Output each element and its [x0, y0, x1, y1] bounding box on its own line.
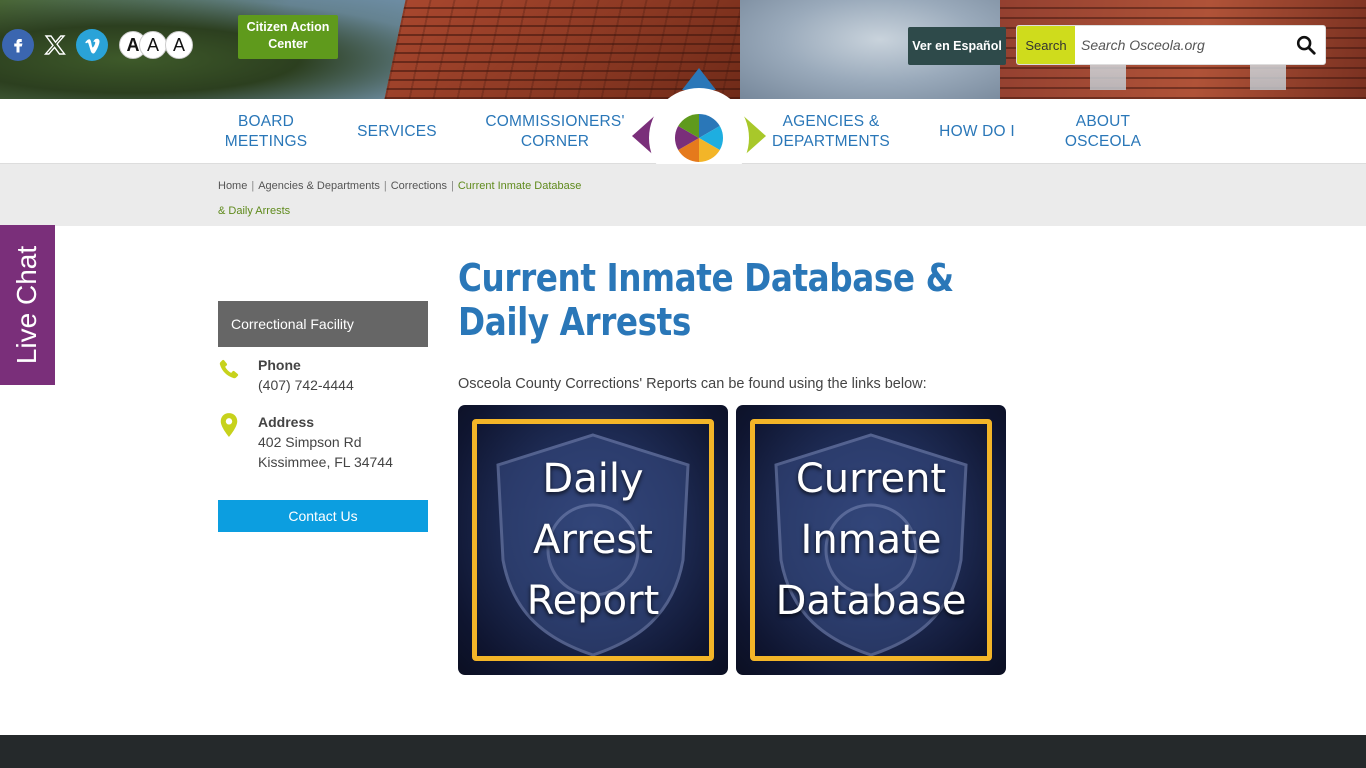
breadcrumb-agencies[interactable]: Agencies & Departments — [258, 180, 380, 192]
nav-about-osceola[interactable]: ABOUT OSCEOLA — [1058, 99, 1148, 164]
tile-label-line: Arrest — [533, 517, 653, 563]
footer — [0, 735, 1366, 768]
tile-label-line: Report — [526, 578, 660, 624]
nav-board-meetings[interactable]: BOARD MEETINGS — [213, 99, 319, 164]
breadcrumb-home[interactable]: Home — [218, 180, 247, 192]
map-pin-icon — [220, 413, 238, 437]
tile-label-line: Database — [775, 578, 967, 624]
tile-label: Current Inmate Database — [736, 449, 1006, 632]
breadcrumb-separator: | — [450, 180, 454, 192]
nav-commissioners-corner[interactable]: COMMISSIONERS' CORNER — [480, 99, 630, 164]
citizen-action-center-button[interactable]: Citizen Action Center — [238, 15, 338, 59]
tile-label-line: Daily — [542, 456, 644, 502]
daily-arrest-report-tile[interactable]: Daily Arrest Report — [458, 405, 728, 675]
breadcrumb-corrections[interactable]: Corrections — [391, 180, 447, 192]
live-chat-label: Live Chat — [11, 245, 43, 365]
breadcrumb: Home | Agencies & Departments | Corrections |… — [218, 174, 588, 224]
tile-label-line: Inmate — [800, 517, 942, 563]
breadcrumb-separator: | — [383, 180, 387, 192]
espanol-button[interactable]: Ver en Español — [908, 27, 1006, 65]
phone-label: Phone — [258, 357, 301, 373]
current-inmate-database-tile[interactable]: Current Inmate Database — [736, 405, 1006, 675]
breadcrumb-separator: | — [251, 180, 255, 192]
sidebar-heading: Correctional Facility — [218, 301, 428, 347]
nav-agencies-departments[interactable]: AGENCIES & DEPARTMENTS — [768, 99, 894, 164]
font-size-medium-button[interactable]: A — [139, 31, 167, 59]
contact-us-button[interactable]: Contact Us — [218, 500, 428, 532]
vimeo-icon[interactable] — [76, 29, 108, 61]
address-line2: Kissimmee, FL 34744 — [258, 454, 393, 470]
address-label: Address — [258, 414, 315, 430]
page-title: Current Inmate Database & Daily Arrests — [458, 256, 954, 344]
live-chat-button[interactable]: Live Chat — [0, 225, 55, 385]
intro-text: Osceola County Corrections' Reports can … — [458, 376, 927, 392]
search-bar: Search — [1016, 25, 1326, 65]
x-icon[interactable] — [39, 29, 71, 61]
facebook-icon[interactable] — [2, 29, 34, 61]
tile-label-line: Current — [795, 456, 947, 502]
nav-how-do-i[interactable]: HOW DO I — [930, 99, 1024, 164]
font-size-large-button[interactable]: A — [165, 31, 193, 59]
phone-icon — [219, 359, 239, 379]
search-icon[interactable] — [1295, 34, 1317, 56]
address-line1: 402 Simpson Rd — [258, 434, 362, 450]
search-input[interactable] — [1075, 26, 1285, 64]
nav-services[interactable]: SERVICES — [350, 99, 444, 164]
search-label: Search — [1017, 26, 1075, 64]
phone-number[interactable]: (407) 742-4444 — [258, 377, 354, 393]
tile-label: Daily Arrest Report — [458, 449, 728, 632]
breadcrumb-band — [0, 164, 1366, 226]
